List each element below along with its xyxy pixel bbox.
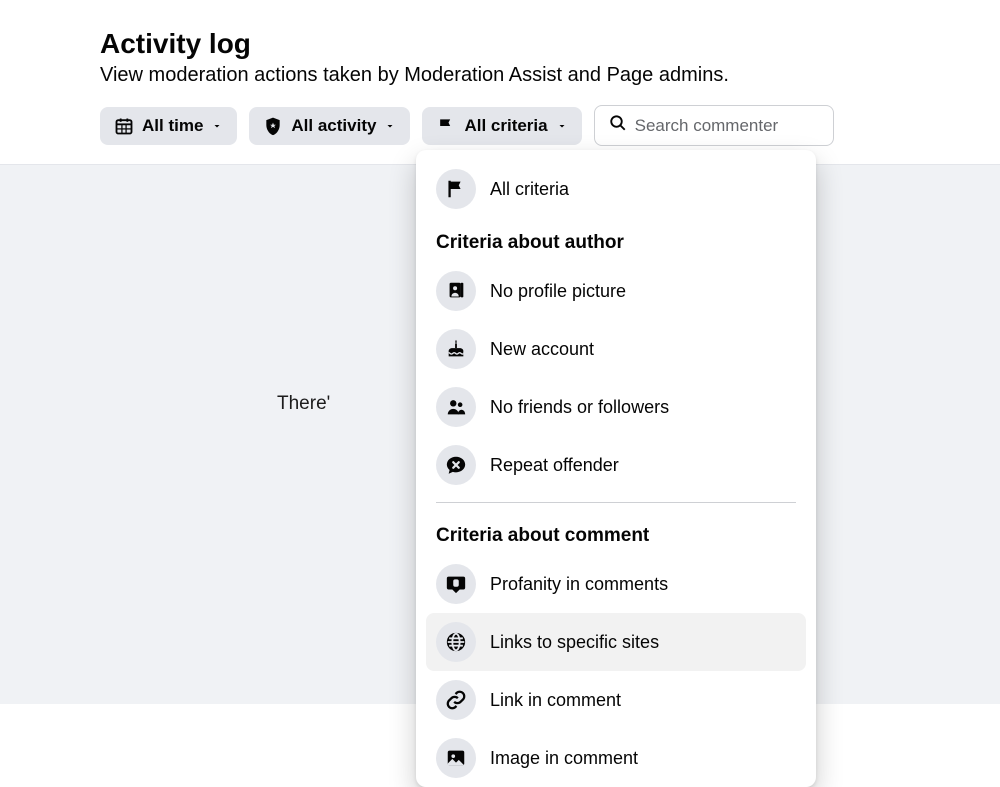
filter-row: All time All activity All criteria: [100, 105, 900, 146]
search-input[interactable]: [635, 116, 819, 136]
dropdown-item-label: New account: [490, 339, 594, 360]
header-section: Activity log View moderation actions tak…: [0, 0, 1000, 165]
chevron-down-icon: [556, 120, 568, 132]
dropdown-item-label: Profanity in comments: [490, 574, 668, 595]
dropdown-section-header-author: Criteria about author: [426, 218, 806, 262]
criteria-dropdown: All criteria Criteria about author No pr…: [416, 150, 816, 787]
dropdown-item-no-friends[interactable]: No friends or followers: [426, 378, 806, 436]
search-icon: [609, 114, 627, 137]
divider: [436, 502, 796, 503]
dropdown-item-label: Link in comment: [490, 690, 621, 711]
filter-time-button[interactable]: All time: [100, 107, 237, 145]
profile-missing-icon: [436, 271, 476, 311]
chevron-down-icon: [384, 120, 396, 132]
dropdown-item-label: No profile picture: [490, 281, 626, 302]
dropdown-item-label: No friends or followers: [490, 397, 669, 418]
link-icon: [436, 680, 476, 720]
x-bubble-icon: [436, 445, 476, 485]
globe-icon: [436, 622, 476, 662]
cake-icon: [436, 329, 476, 369]
search-box[interactable]: [594, 105, 834, 146]
dropdown-item-label: Image in comment: [490, 748, 638, 769]
image-icon: [436, 738, 476, 778]
dropdown-item-label: All criteria: [490, 179, 569, 200]
filter-criteria-label: All criteria: [464, 116, 547, 136]
dropdown-item-links-to-sites[interactable]: Links to specific sites: [426, 613, 806, 671]
dropdown-item-new-account[interactable]: New account: [426, 320, 806, 378]
dropdown-section-header-comment: Criteria about comment: [426, 511, 806, 555]
page-subtitle: View moderation actions taken by Moderat…: [100, 64, 900, 87]
filter-activity-button[interactable]: All activity: [249, 107, 410, 145]
calendar-icon: [114, 116, 134, 136]
empty-state-text-left: There': [277, 393, 330, 415]
people-icon: [436, 387, 476, 427]
dropdown-item-no-profile-picture[interactable]: No profile picture: [426, 262, 806, 320]
dropdown-item-link-in-comment[interactable]: Link in comment: [426, 671, 806, 729]
flag-icon: [436, 116, 456, 136]
page-title: Activity log: [100, 28, 900, 60]
shield-icon: [263, 116, 283, 136]
dropdown-item-all-criteria[interactable]: All criteria: [426, 160, 806, 218]
flag-icon: [436, 169, 476, 209]
filter-time-label: All time: [142, 116, 203, 136]
dropdown-item-repeat-offender[interactable]: Repeat offender: [426, 436, 806, 494]
dropdown-item-image-in-comment[interactable]: Image in comment: [426, 729, 806, 787]
chevron-down-icon: [211, 120, 223, 132]
dropdown-item-profanity[interactable]: Profanity in comments: [426, 555, 806, 613]
filter-criteria-button[interactable]: All criteria: [422, 107, 581, 145]
dropdown-item-label: Links to specific sites: [490, 632, 659, 653]
dropdown-item-label: Repeat offender: [490, 455, 619, 476]
filter-activity-label: All activity: [291, 116, 376, 136]
chat-alert-icon: [436, 564, 476, 604]
